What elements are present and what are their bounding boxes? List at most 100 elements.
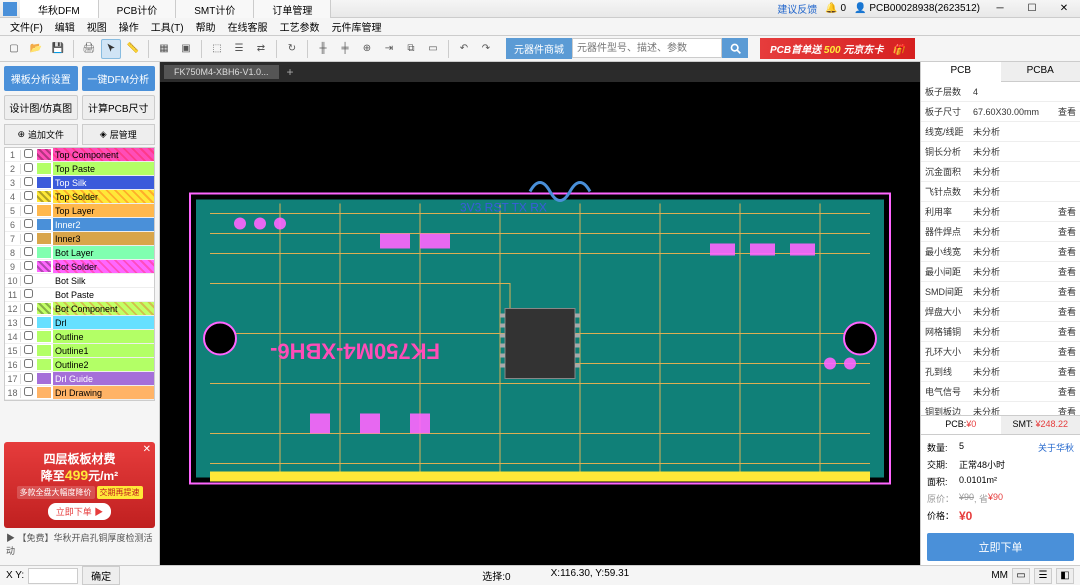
- layer-row[interactable]: 8Bot Layer: [5, 246, 154, 260]
- tool4-icon[interactable]: ☰: [229, 39, 249, 59]
- title-tab-pcb[interactable]: PCB计价: [99, 0, 177, 18]
- layer-row[interactable]: 10Bot Silk: [5, 274, 154, 288]
- layer-row[interactable]: 13Drl: [5, 316, 154, 330]
- layer-checkbox[interactable]: [24, 373, 33, 382]
- layer-checkbox[interactable]: [24, 191, 33, 200]
- layer-row[interactable]: 18Drl Drawing: [5, 386, 154, 400]
- tab-pcba[interactable]: PCBA: [1001, 62, 1080, 81]
- price-tab-pcb[interactable]: PCB:¥0: [921, 416, 1001, 434]
- view-link[interactable]: 查看: [1058, 365, 1076, 378]
- layer-row[interactable]: 5Top Layer: [5, 204, 154, 218]
- confirm-xy-button[interactable]: 确定: [82, 566, 120, 585]
- view-link[interactable]: 查看: [1058, 285, 1076, 298]
- layer-row[interactable]: 1Top Component: [5, 148, 154, 162]
- layer-checkbox[interactable]: [24, 163, 33, 172]
- layer-row[interactable]: 4Top Solder: [5, 190, 154, 204]
- snap5-icon[interactable]: ⧉: [401, 39, 421, 59]
- menu-item-7[interactable]: 工艺参数: [274, 19, 326, 34]
- layer-checkbox[interactable]: [24, 261, 33, 270]
- ad-banner[interactable]: ✕ 四层板板材费 降至499元/m² 多款全盘大幅度降价交期再提速 立即下单 ▶: [4, 442, 155, 528]
- menu-item-2[interactable]: 视图: [81, 19, 113, 34]
- xy-input[interactable]: [28, 568, 78, 584]
- snap2-icon[interactable]: ╪: [335, 39, 355, 59]
- layer-checkbox[interactable]: [24, 359, 33, 368]
- menu-item-5[interactable]: 帮助: [190, 19, 222, 34]
- promo-banner[interactable]: PCB首单送 500 元京东卡 🎁: [760, 38, 915, 59]
- order-now-button[interactable]: 立即下单: [927, 533, 1074, 561]
- bare-analysis-button[interactable]: 裸板分析设置: [4, 66, 78, 91]
- close-button[interactable]: ✕: [1052, 1, 1076, 17]
- design-sim-button[interactable]: 设计图/仿真图: [4, 95, 78, 120]
- menu-item-3[interactable]: 操作: [113, 19, 145, 34]
- open-icon[interactable]: 📂: [26, 39, 46, 59]
- rotate-icon[interactable]: ↻: [282, 39, 302, 59]
- snap3-icon[interactable]: ⊕: [357, 39, 377, 59]
- layer-row[interactable]: 2Top Paste: [5, 162, 154, 176]
- menu-item-8[interactable]: 元件库管理: [326, 19, 388, 34]
- view-link[interactable]: 查看: [1058, 405, 1076, 415]
- snap1-icon[interactable]: ╫: [313, 39, 333, 59]
- layer-checkbox[interactable]: [24, 233, 33, 242]
- view-link[interactable]: 查看: [1058, 245, 1076, 258]
- calc-size-button[interactable]: 计算PCB尺寸: [82, 95, 156, 120]
- tool3-icon[interactable]: ⬚: [207, 39, 227, 59]
- layer-checkbox[interactable]: [24, 345, 33, 354]
- status-btn2[interactable]: ☰: [1034, 568, 1052, 584]
- menu-item-0[interactable]: 文件(F): [4, 19, 49, 34]
- print-icon[interactable]: 🖨: [79, 39, 99, 59]
- price-tab-smt[interactable]: SMT: ¥248.22: [1001, 416, 1080, 434]
- layer-row[interactable]: 7Inner3: [5, 232, 154, 246]
- tool1-icon[interactable]: ▦: [154, 39, 174, 59]
- view-link[interactable]: 查看: [1058, 105, 1076, 118]
- redo-icon[interactable]: ↷: [476, 39, 496, 59]
- menu-item-4[interactable]: 工具(T): [145, 19, 190, 34]
- menu-item-6[interactable]: 在线客服: [222, 19, 274, 34]
- layer-row[interactable]: 11Bot Paste: [5, 288, 154, 302]
- layer-checkbox[interactable]: [24, 275, 33, 284]
- status-btn3[interactable]: ◧: [1056, 568, 1074, 584]
- view-link[interactable]: 查看: [1058, 385, 1076, 398]
- add-tab-button[interactable]: +: [279, 65, 302, 79]
- layer-checkbox[interactable]: [24, 387, 33, 396]
- search-button[interactable]: [722, 38, 748, 58]
- ad-close-icon[interactable]: ✕: [143, 444, 151, 455]
- layer-row[interactable]: 15Outline1: [5, 344, 154, 358]
- feedback-link[interactable]: 建议反馈: [777, 1, 817, 16]
- title-tab-dfm[interactable]: 华秋DFM: [20, 0, 99, 18]
- layer-checkbox[interactable]: [24, 205, 33, 214]
- snap4-icon[interactable]: ⇥: [379, 39, 399, 59]
- layer-row[interactable]: 17Drl Guide: [5, 372, 154, 386]
- measure-icon[interactable]: 📏: [123, 39, 143, 59]
- pcb-viewport[interactable]: FK750M4-XBH6- 3V3 RST TX RX: [160, 82, 920, 565]
- view-link[interactable]: 查看: [1058, 345, 1076, 358]
- view-link[interactable]: 查看: [1058, 265, 1076, 278]
- view-link[interactable]: 查看: [1058, 205, 1076, 218]
- component-search-input[interactable]: [572, 38, 722, 58]
- about-link[interactable]: 关于华秋: [1038, 441, 1074, 454]
- tab-pcb[interactable]: PCB: [921, 62, 1001, 82]
- view-link[interactable]: 查看: [1058, 325, 1076, 338]
- layer-checkbox[interactable]: [24, 331, 33, 340]
- layer-row[interactable]: 9Bot Solder: [5, 260, 154, 274]
- menu-item-1[interactable]: 编辑: [49, 19, 81, 34]
- tool2-icon[interactable]: ▣: [176, 39, 196, 59]
- layer-checkbox[interactable]: [24, 317, 33, 326]
- maximize-button[interactable]: ☐: [1020, 1, 1044, 17]
- view-link[interactable]: 查看: [1058, 225, 1076, 238]
- layer-row[interactable]: 14Outline: [5, 330, 154, 344]
- layer-checkbox[interactable]: [24, 177, 33, 186]
- layer-row[interactable]: 12Bot Component: [5, 302, 154, 316]
- minimize-button[interactable]: ─: [988, 1, 1012, 17]
- layer-row[interactable]: 6Inner2: [5, 218, 154, 232]
- notification-icon[interactable]: 🔔 0: [825, 3, 846, 14]
- layer-row[interactable]: 16Outline2: [5, 358, 154, 372]
- layer-checkbox[interactable]: [24, 289, 33, 298]
- title-tab-smt[interactable]: SMT计价: [176, 0, 254, 18]
- ad-order-button[interactable]: 立即下单 ▶: [48, 503, 112, 520]
- layer-checkbox[interactable]: [24, 303, 33, 312]
- save-icon[interactable]: 💾: [48, 39, 68, 59]
- layer-checkbox[interactable]: [24, 247, 33, 256]
- canvas-tab[interactable]: FK750M4-XBH6-V1.0...: [164, 65, 279, 79]
- layer-checkbox[interactable]: [24, 219, 33, 228]
- undo-icon[interactable]: ↶: [454, 39, 474, 59]
